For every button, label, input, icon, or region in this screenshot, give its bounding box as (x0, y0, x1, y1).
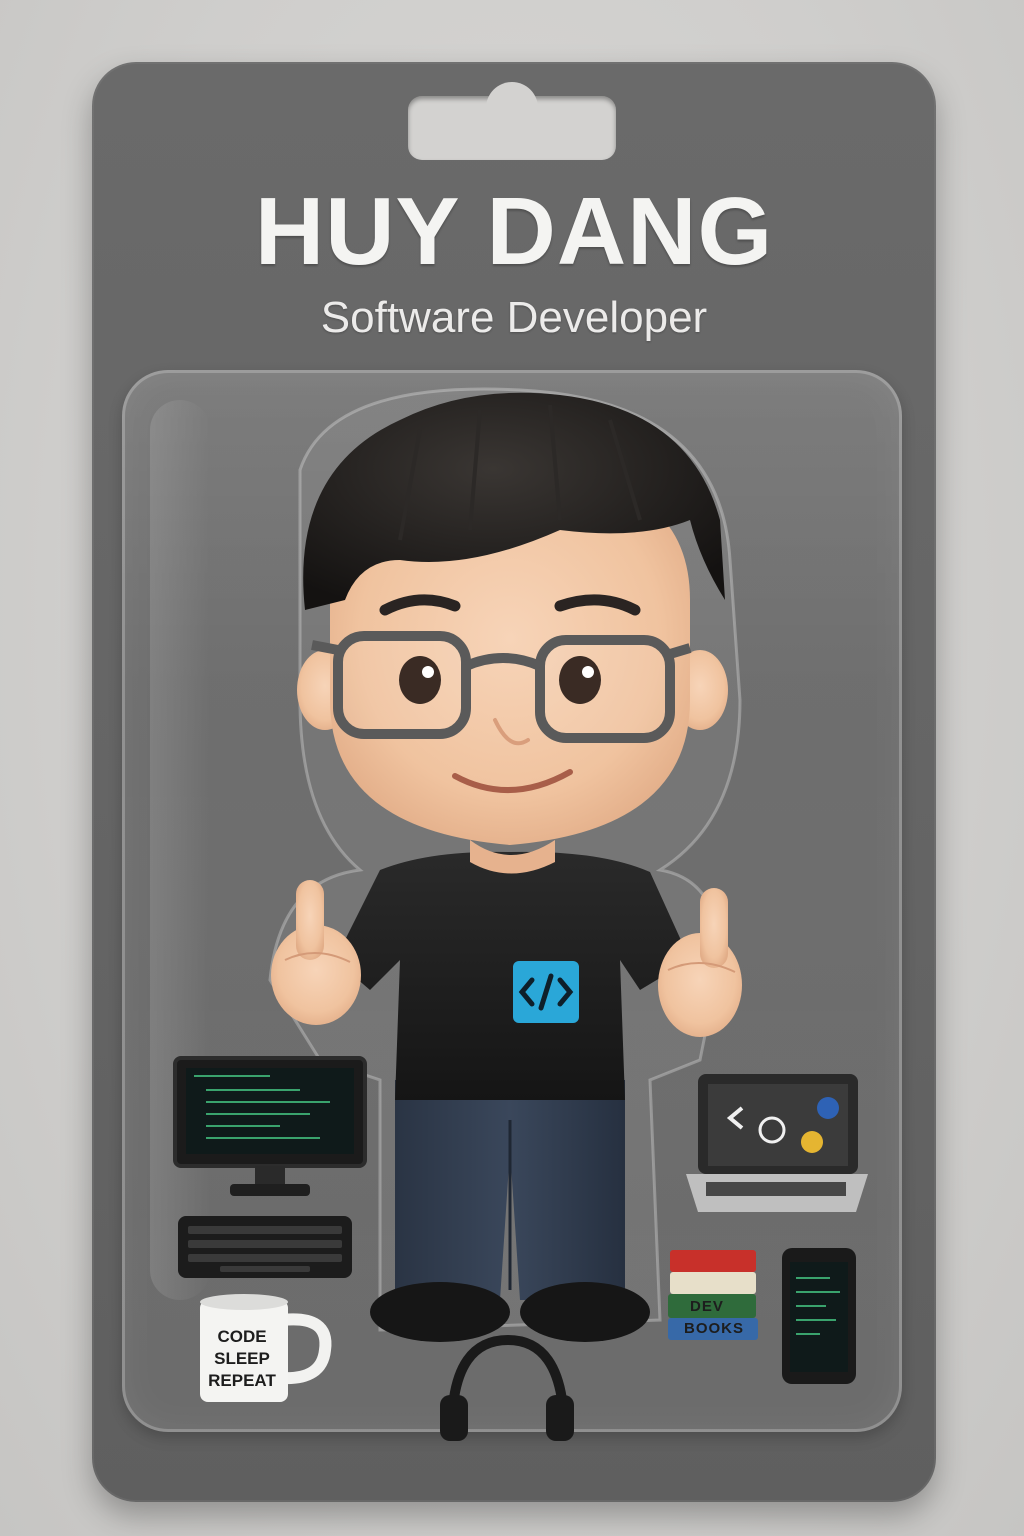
jeans (395, 1080, 625, 1300)
monitor-icon (173, 1056, 367, 1196)
books-label-books: BOOKS (684, 1320, 745, 1337)
code-brackets-icon (513, 961, 579, 1023)
mug-line-repeat: REPEAT (208, 1371, 276, 1390)
phone-icon (782, 1248, 856, 1384)
laptop-icon (686, 1074, 868, 1212)
books-label-dev: DEV (690, 1298, 724, 1315)
figure-scene (173, 387, 868, 1441)
mug-label: CODE SLEEP REPEAT (200, 1326, 284, 1392)
mug-line-sleep: SLEEP (214, 1349, 270, 1368)
head (297, 392, 728, 845)
headphones-icon (440, 1334, 574, 1441)
keyboard-icon (178, 1216, 352, 1278)
mug-line-code: CODE (217, 1327, 267, 1346)
